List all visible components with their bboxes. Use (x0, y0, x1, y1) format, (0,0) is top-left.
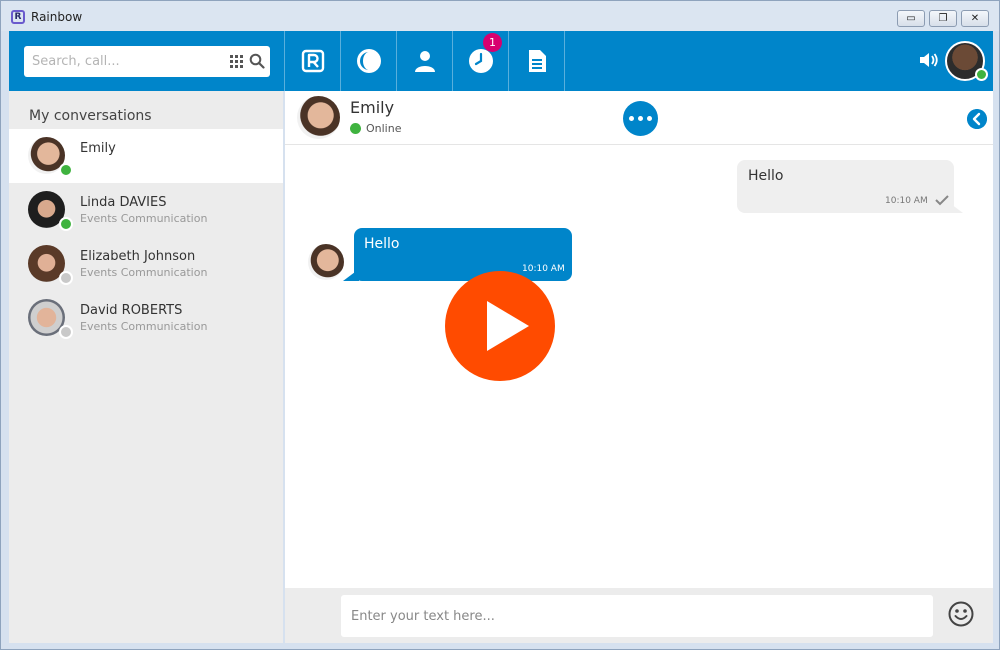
message-time: 10:10 AM (522, 264, 565, 274)
outgoing-message: Hello 10:10 AM (737, 160, 954, 213)
conversation-name: Linda DAVIES (80, 195, 167, 210)
message-time: 10:10 AM (885, 196, 928, 206)
message-text: Hello (748, 168, 784, 184)
conversation-subtitle: Events Communication (80, 320, 208, 333)
conversation-subtitle: Events Communication (80, 266, 208, 279)
close-button[interactable]: ✕ (961, 10, 989, 27)
conversation-subtitle: Events Communication (80, 212, 208, 225)
search-box (24, 46, 270, 77)
presence-indicator (59, 163, 73, 177)
clock-icon (468, 49, 493, 73)
maximize-button[interactable]: ❐ (929, 10, 957, 27)
user-presence-indicator (975, 68, 988, 81)
dot-icon (629, 116, 634, 121)
nav-events[interactable]: 1 (453, 31, 508, 91)
top-navigation-bar: 1 (9, 31, 993, 91)
message-composer (285, 588, 993, 643)
presence-indicator (350, 123, 361, 134)
volume-icon[interactable] (919, 51, 939, 69)
presence-indicator (59, 271, 73, 285)
search-icon[interactable] (249, 53, 265, 69)
nav-files[interactable] (509, 31, 564, 91)
conversation-item-david-roberts[interactable]: David ROBERTS Events Communication (9, 291, 283, 345)
conversation-name: Elizabeth Johnson (80, 249, 196, 264)
nav-contacts[interactable] (397, 31, 452, 91)
dot-icon (638, 116, 643, 121)
search-input[interactable] (24, 46, 224, 77)
check-icon (935, 195, 949, 206)
conversation-item-emily[interactable]: Emily (9, 129, 283, 183)
chevron-left-icon[interactable] (967, 109, 987, 129)
window-title: Rainbow (31, 10, 83, 24)
nav-separator (564, 31, 565, 91)
title-bar: R Rainbow ▭ ❐ ✕ (1, 1, 999, 31)
more-options-button[interactable] (623, 101, 658, 136)
dot-icon (647, 116, 652, 121)
recent-icon (356, 49, 381, 73)
sidebar-title: My conversations (29, 108, 152, 124)
message-text: Hello (364, 236, 400, 252)
nav-home[interactable] (285, 31, 340, 91)
chat-header: Emily Online (285, 91, 993, 145)
app-window: R Rainbow ▭ ❐ ✕ Search, call... 1 My con… (0, 0, 1000, 650)
play-icon (487, 301, 529, 351)
app-logo-icon: R (11, 10, 25, 24)
chat-panel: Emily Online Hello 10:10 AM Hello 10:10 … (285, 91, 993, 643)
document-icon (528, 50, 546, 72)
presence-indicator (59, 217, 73, 231)
contact-name: Emily (350, 98, 395, 117)
rainbow-logo-icon (301, 49, 324, 73)
dialpad-icon[interactable] (230, 55, 243, 68)
conversation-name: David ROBERTS (80, 303, 183, 318)
emoji-icon[interactable] (948, 601, 974, 627)
contact-avatar[interactable] (297, 96, 340, 139)
minimize-button[interactable]: ▭ (897, 10, 925, 27)
incoming-message: Hello 10:10 AM (354, 228, 572, 281)
conversation-item-elizabeth-johnson[interactable]: Elizabeth Johnson Events Communication (9, 237, 283, 291)
avatar (308, 244, 344, 280)
conversation-item-linda-davies[interactable]: Linda DAVIES Events Communication (9, 183, 283, 237)
conversations-sidebar: My conversations Emily Linda DAVIES Even… (9, 91, 283, 643)
notification-badge: 1 (483, 33, 502, 52)
presence-indicator (59, 325, 73, 339)
message-input[interactable] (341, 595, 933, 637)
play-video-button[interactable] (445, 271, 555, 381)
contact-status: Online (366, 122, 402, 135)
contacts-icon (414, 51, 435, 72)
conversation-name: Emily (80, 141, 116, 156)
nav-recent[interactable] (341, 31, 396, 91)
